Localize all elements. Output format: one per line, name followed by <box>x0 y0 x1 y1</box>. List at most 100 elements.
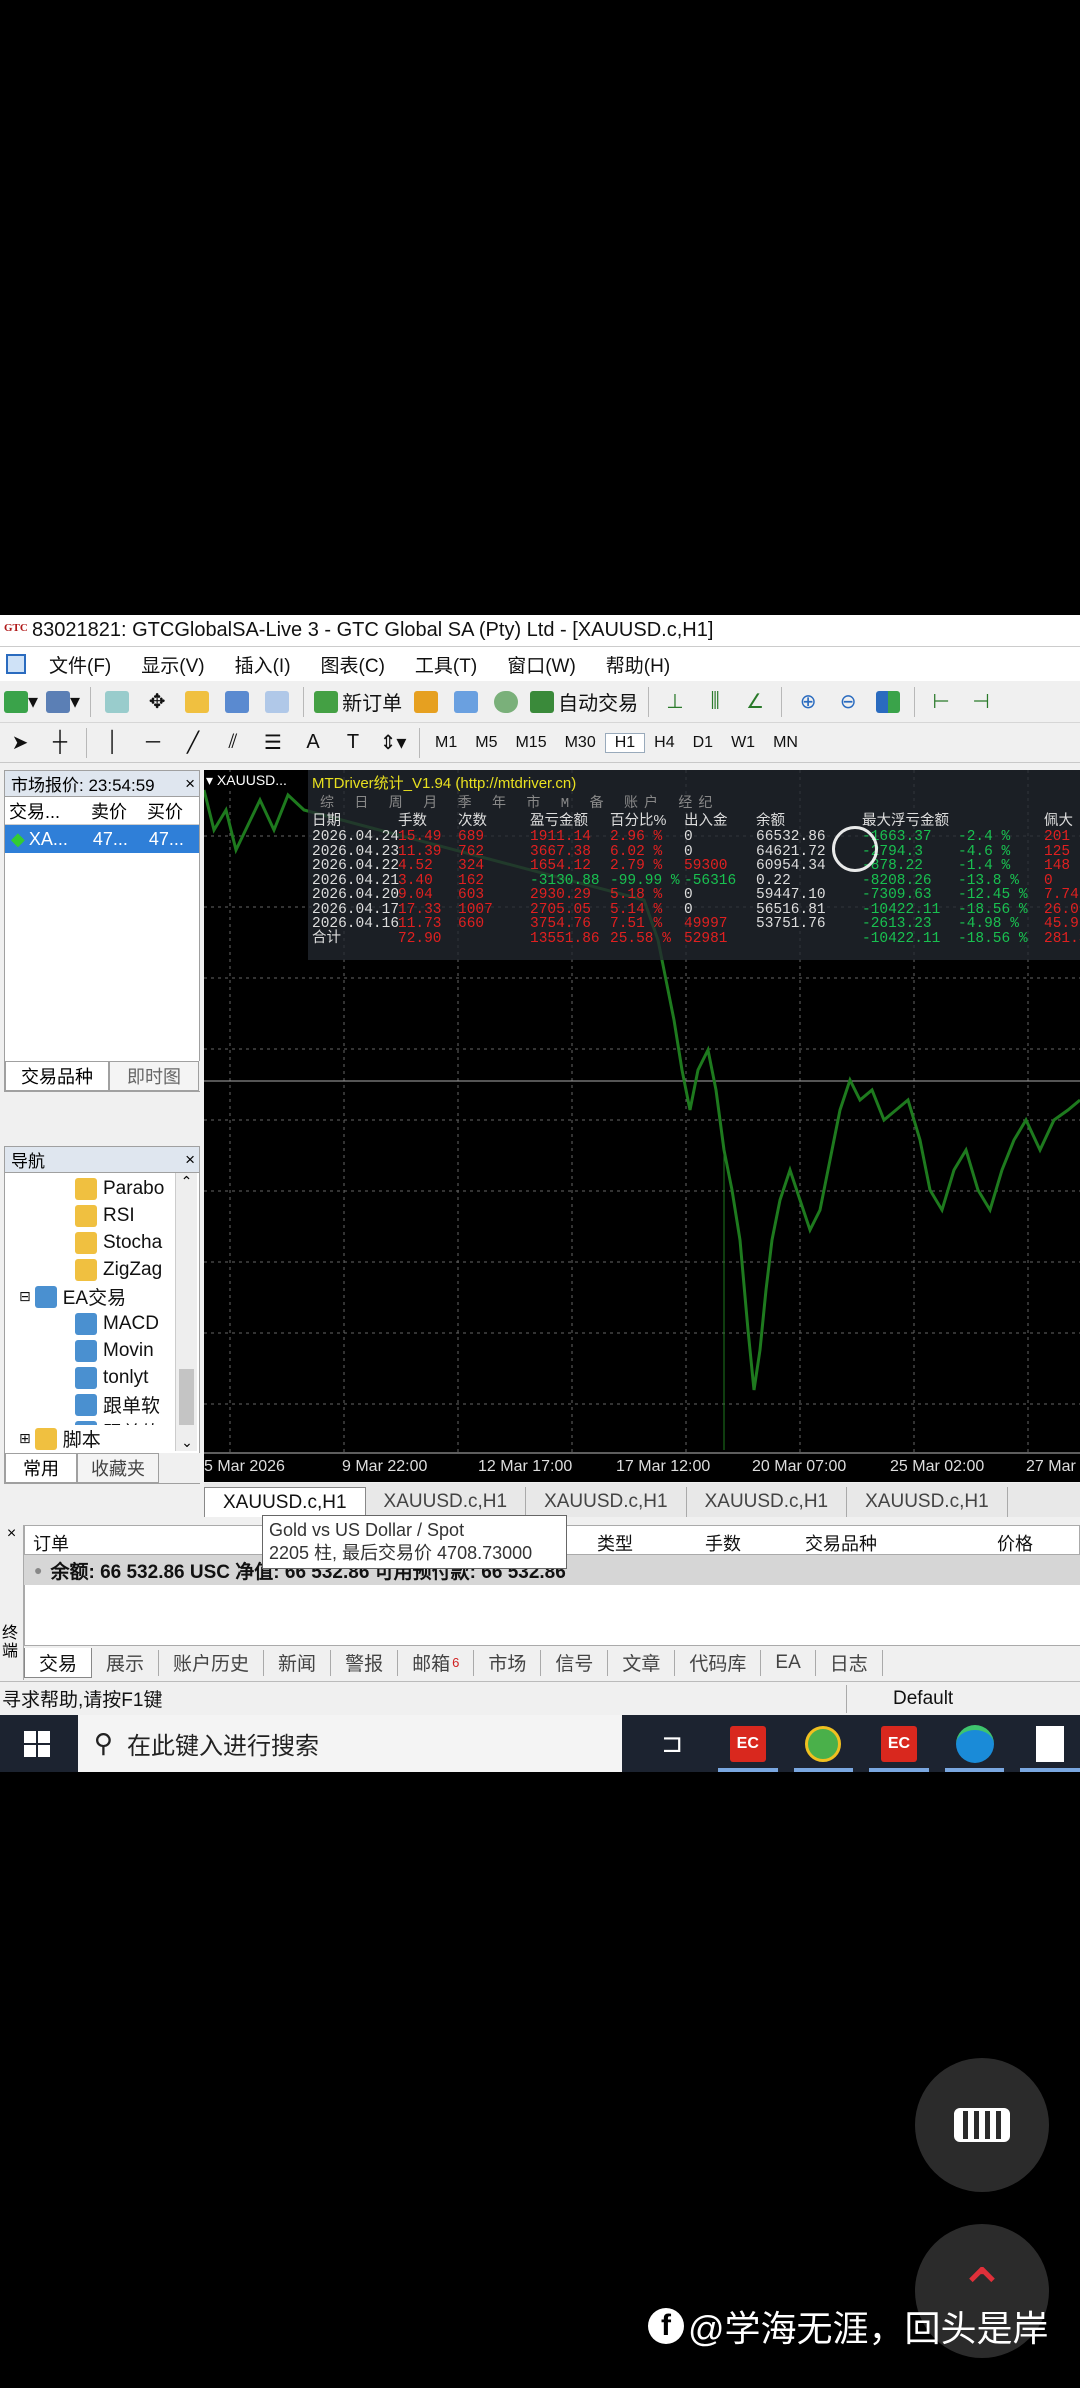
taskbar-app-edge[interactable] <box>944 1715 1005 1772</box>
ea-item[interactable]: 跟单软 <box>75 1391 160 1418</box>
tab-signals[interactable]: 信号 <box>541 1649 609 1676</box>
close-icon[interactable]: × <box>0 1525 23 1543</box>
menu-view[interactable]: 显示(V) <box>126 651 219 678</box>
chart-tab[interactable]: XAUUSD.c,H1 <box>366 1487 527 1517</box>
navigator-icon[interactable] <box>181 687 213 717</box>
metaeditor-icon[interactable] <box>410 687 442 717</box>
vertical-line-icon[interactable]: │ <box>97 728 129 758</box>
tab-trade[interactable]: 交易 <box>24 1647 93 1678</box>
scripts-folder-item[interactable]: ⊞ 脚本 <box>19 1425 175 1452</box>
tab-alerts[interactable]: 警报 <box>331 1649 399 1676</box>
globe-icon[interactable] <box>490 687 522 717</box>
chart-tab[interactable]: XAUUSD.c,H1 <box>204 1487 366 1517</box>
taskbar-app-ec2[interactable]: EC <box>869 1715 929 1772</box>
scroll-thumb[interactable] <box>179 1369 194 1425</box>
tab-mailbox[interactable]: 邮箱 6 <box>398 1649 475 1676</box>
bar-chart-icon[interactable]: ⊥ <box>659 687 691 717</box>
menu-charts[interactable]: 图表(C) <box>306 651 400 678</box>
timeframe-m1[interactable]: M1 <box>426 734 466 752</box>
column-bid[interactable]: 卖价 <box>87 798 143 824</box>
price-chart[interactable]: ▾ XAUUSD... MTDriver统计_V1.94 (http://mtd… <box>204 770 1080 1482</box>
taskbar-app-mt4[interactable] <box>793 1715 854 1772</box>
column-symbol[interactable]: 交易... <box>5 798 87 824</box>
close-icon[interactable]: × <box>185 774 195 794</box>
timeframe-d1[interactable]: D1 <box>684 734 722 752</box>
tab-symbols[interactable]: 交易品种 <box>5 1061 109 1091</box>
trendline-icon[interactable]: ╱ <box>177 728 209 758</box>
column-ask[interactable]: 买价 <box>143 798 199 824</box>
chart-tab[interactable]: XAUUSD.c,H1 <box>687 1487 848 1517</box>
column-symbol[interactable]: 交易品种 <box>805 1530 877 1556</box>
cursor-icon[interactable]: ➤ <box>4 728 36 758</box>
profiles-icon[interactable]: ▾ <box>46 687 80 717</box>
column-type[interactable]: 类型 <box>597 1530 633 1556</box>
tab-news[interactable]: 新闻 <box>264 1649 332 1676</box>
tab-exposure[interactable]: 展示 <box>92 1649 160 1676</box>
tab-experts[interactable]: EA <box>761 1649 816 1676</box>
chart-menu-icon[interactable]: ▾ <box>206 772 217 788</box>
menu-help[interactable]: 帮助(H) <box>591 651 685 678</box>
autoscroll-icon[interactable]: ⊢ <box>925 687 957 717</box>
label-tool-icon[interactable]: T <box>337 728 369 758</box>
close-icon[interactable]: × <box>185 1150 195 1170</box>
menu-window[interactable]: 窗口(W) <box>492 651 591 678</box>
horizontal-line-icon[interactable]: ─ <box>137 728 169 758</box>
new-order-button[interactable]: 新订单 <box>314 687 402 717</box>
timeframe-h1[interactable]: H1 <box>604 732 646 753</box>
ea-item[interactable]: tonlyt <box>75 1364 148 1391</box>
account-icon[interactable] <box>450 687 482 717</box>
indicator-item[interactable]: RSI <box>75 1202 135 1229</box>
ea-item[interactable]: Movin <box>75 1337 154 1364</box>
chart-tab[interactable]: XAUUSD.c,H1 <box>847 1487 1008 1517</box>
tab-favorites[interactable]: 收藏夹 <box>77 1453 159 1483</box>
indicator-item[interactable]: Stocha <box>75 1229 162 1256</box>
tab-articles[interactable]: 文章 <box>608 1649 676 1676</box>
taskbar-app-ec[interactable]: EC <box>717 1715 778 1772</box>
text-tool-icon[interactable]: A <box>297 728 329 758</box>
menu-tools[interactable]: 工具(T) <box>400 651 492 678</box>
menu-insert[interactable]: 插入(I) <box>220 651 306 678</box>
menu-file[interactable]: 文件(F) <box>34 651 126 678</box>
channel-icon[interactable]: ⫽ <box>217 728 249 758</box>
timeframe-w1[interactable]: W1 <box>722 734 764 752</box>
zoom-out-icon[interactable]: ⊖ <box>832 687 864 717</box>
timeframe-h4[interactable]: H4 <box>645 734 683 752</box>
tab-journal[interactable]: 日志 <box>816 1649 883 1676</box>
timeframe-m15[interactable]: M15 <box>506 734 555 752</box>
arrows-tool-icon[interactable]: ⇕▾ <box>377 728 409 758</box>
scroll-up-icon[interactable]: ⌃ <box>176 1173 197 1190</box>
task-view-icon[interactable]: ⊐ <box>642 1715 702 1772</box>
column-lots[interactable]: 手数 <box>705 1530 741 1556</box>
navigator-scrollbar[interactable]: ⌃ ⌄ <box>175 1173 197 1451</box>
fibonacci-icon[interactable]: ☰ <box>257 728 289 758</box>
timeframe-m30[interactable]: M30 <box>556 734 605 752</box>
tab-common[interactable]: 常用 <box>5 1453 77 1483</box>
start-button[interactable] <box>24 1731 50 1757</box>
stats-subtabs[interactable]: 综 日 周 月 季 年 市 M 备 账户 经纪 <box>320 792 718 812</box>
indicator-item[interactable]: ZigZag <box>75 1256 162 1283</box>
taskbar-search[interactable]: ⚲ 在此键入进行搜索 <box>78 1715 623 1772</box>
market-watch-icon[interactable] <box>101 687 133 717</box>
chart-shift-icon[interactable]: ⊣ <box>965 687 997 717</box>
symbol-row[interactable]: ◆ XA... 47... 47... <box>5 825 199 853</box>
timeframe-mn[interactable]: MN <box>764 734 807 752</box>
line-chart-icon[interactable]: ∠ <box>739 687 771 717</box>
tab-tick-chart[interactable]: 即时图 <box>109 1061 199 1091</box>
crosshair-icon[interactable]: ✥ <box>141 687 173 717</box>
column-price[interactable]: 价格 <box>997 1530 1033 1556</box>
zoom-in-icon[interactable]: ⊕ <box>792 687 824 717</box>
tile-windows-icon[interactable] <box>872 687 904 717</box>
new-chart-icon[interactable]: ▾ <box>4 687 38 717</box>
indicator-item[interactable]: Parabo <box>75 1175 164 1202</box>
tab-market[interactable]: 市场 <box>474 1649 542 1676</box>
tab-account-history[interactable]: 账户历史 <box>159 1649 265 1676</box>
expand-icon[interactable]: ⊞ <box>19 1430 31 1447</box>
keyboard-button[interactable] <box>915 2058 1049 2192</box>
collapse-icon[interactable]: ⊟ <box>19 1288 31 1305</box>
auto-trading-button[interactable]: 自动交易 <box>530 687 638 717</box>
window-icon[interactable] <box>6 654 26 674</box>
scroll-down-icon[interactable]: ⌄ <box>176 1434 198 1451</box>
column-order[interactable]: 订单 <box>33 1530 69 1556</box>
ea-item[interactable]: MACD <box>75 1310 159 1337</box>
timeframe-m5[interactable]: M5 <box>466 734 506 752</box>
